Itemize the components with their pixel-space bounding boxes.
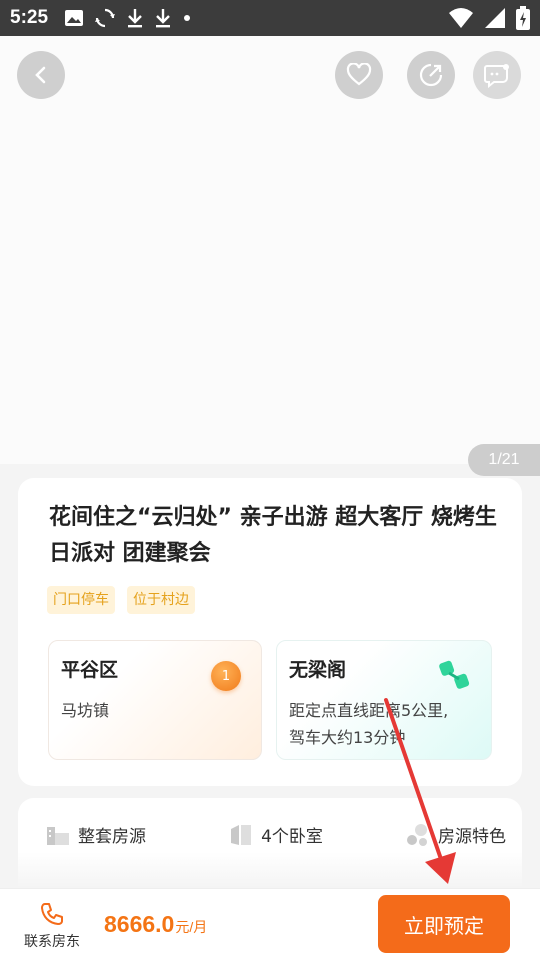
price-unit: 元/月 [175, 919, 208, 935]
tag-village: 位于村边 [127, 586, 195, 614]
chat-icon [484, 64, 509, 88]
download-icon-2 [156, 9, 171, 28]
location-box[interactable]: 平谷区 马坊镇 1 [48, 640, 262, 760]
message-button[interactable] [473, 51, 521, 99]
feature-label: 整套房源 [78, 827, 146, 847]
share-button[interactable] [407, 51, 455, 99]
location-district: 平谷区 [61, 659, 119, 681]
landmark-distance: 距定点直线距离5公里,驾车大约13分钟 [289, 701, 449, 747]
price-display: 8666.0元/月 [104, 911, 207, 938]
heart-icon [346, 63, 372, 86]
dot-icon [184, 15, 191, 21]
features-list: 整套房源 4个卧室 房源特色 [46, 822, 506, 847]
status-bar: 5:25 [0, 0, 540, 36]
scroll-fade [0, 852, 540, 888]
phone-icon [41, 903, 63, 925]
back-button[interactable] [17, 51, 65, 99]
favorite-button[interactable] [335, 51, 383, 99]
signal-icon [485, 8, 505, 28]
coin-icon: 1 [211, 661, 241, 691]
tag-parking: 门口停车 [47, 586, 115, 614]
route-icon [439, 660, 470, 689]
feature-label: 房源特色 [437, 827, 506, 847]
chevron-left-icon [35, 66, 46, 84]
feature-highlights[interactable]: 房源特色 [406, 822, 506, 847]
contact-landlord-button[interactable]: 联系房东 [14, 901, 90, 951]
location-town: 马坊镇 [61, 701, 110, 720]
landmark-box[interactable]: 无梁阁 距定点直线距离5公里,驾车大约13分钟 [276, 640, 492, 760]
status-notification-icons [64, 7, 192, 29]
listing-card: 花间住之“云归处” 亲子出游 超大客厅 烧烤生日派对 团建聚会 门口停车 位于村… [18, 478, 522, 786]
feature-whole-house[interactable]: 整套房源 [46, 822, 146, 847]
listing-title: 花间住之“云归处” 亲子出游 超大客厅 烧烤生日派对 团建聚会 [49, 505, 497, 566]
photo-gallery[interactable]: 1/21 [0, 36, 540, 476]
bottom-action-bar: 联系房东 8666.0元/月 立即预定 [0, 888, 540, 961]
book-now-button[interactable]: 立即预定 [378, 895, 510, 953]
photo-counter: 1/21 [468, 444, 540, 476]
landmark-name: 无梁阁 [289, 659, 347, 681]
listing-tags: 门口停车 位于村边 [47, 586, 195, 614]
sync-icon [95, 8, 116, 28]
share-icon [419, 63, 443, 87]
status-time: 5:25 [10, 7, 49, 28]
battery-icon [516, 6, 530, 30]
wifi-icon [449, 8, 473, 28]
contact-label: 联系房东 [24, 934, 80, 950]
download-icon [128, 9, 143, 28]
bubbles-icon [406, 823, 427, 846]
price-value: 8666.0 [104, 911, 175, 937]
feature-label: 4个卧室 [261, 827, 323, 847]
feature-bedrooms[interactable]: 4个卧室 [229, 822, 323, 847]
door-icon [231, 824, 252, 845]
house-icon [47, 826, 69, 845]
image-icon [65, 10, 84, 26]
status-system-icons [448, 6, 530, 30]
